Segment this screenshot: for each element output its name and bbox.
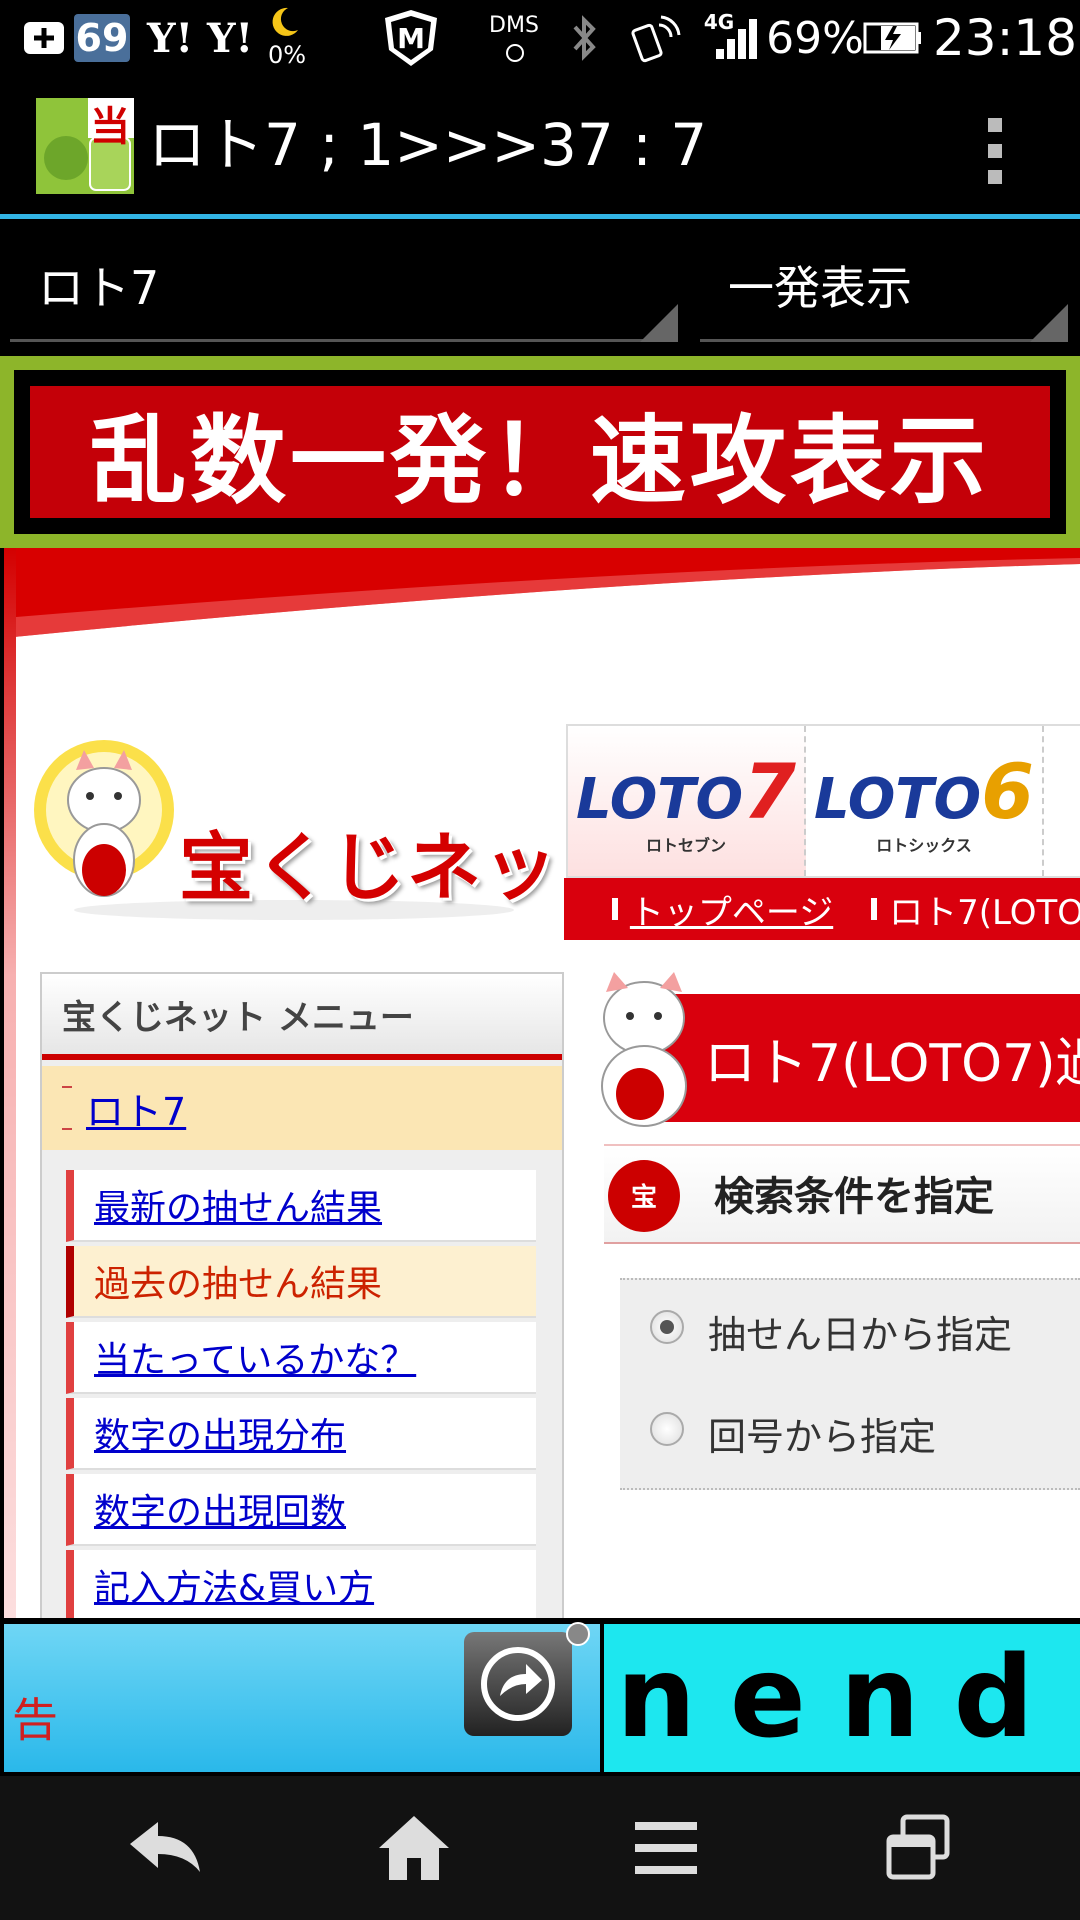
- menu-item-label[interactable]: 当たっているかな？: [94, 1331, 416, 1383]
- menu-category: ロト7: [42, 1066, 562, 1150]
- menu-item-past-results[interactable]: 過去の抽せん結果: [66, 1246, 536, 1318]
- arrow-icon: [612, 898, 627, 920]
- app-icon[interactable]: 当: [36, 98, 134, 194]
- add-icon: [22, 8, 66, 68]
- bracket-icon: [62, 1086, 72, 1130]
- loto6-sub: ロトシックス: [876, 835, 972, 855]
- home-button[interactable]: [366, 1806, 462, 1890]
- loto7-logo: LOTO7: [576, 746, 796, 836]
- header-banner: [4, 548, 1080, 638]
- loto6-logo: LOTO6: [814, 746, 1034, 836]
- ad-banner-nend[interactable]: nend: [604, 1624, 1080, 1772]
- loto6-tab[interactable]: LOTO6 ロトシックス: [806, 726, 1044, 876]
- signal-icon: [712, 8, 762, 68]
- display-mode-value: 一発表示: [728, 261, 912, 315]
- home-icon: [379, 1816, 449, 1880]
- arrow-icon-2: [871, 898, 886, 920]
- recent-apps-icon: [886, 1814, 950, 1880]
- menu-button[interactable]: [618, 1806, 714, 1890]
- recent-apps-button[interactable]: [870, 1806, 966, 1890]
- menu-item-latest-results[interactable]: 最新の抽せん結果: [66, 1170, 536, 1242]
- notification-count-badge: 69: [74, 14, 130, 62]
- menu-item-check-win[interactable]: 当たっているかな？: [66, 1322, 536, 1394]
- breadcrumb: トップページ ロト7(LOTO: [564, 878, 1080, 940]
- display-mode-spinner[interactable]: 一発表示: [700, 228, 1068, 348]
- navigation-bar: [0, 1776, 1080, 1920]
- security-shield-icon: M: [376, 8, 446, 68]
- breadcrumb-current: ロト7(LOTO: [889, 892, 1080, 933]
- status-bar: 69 Y! Y! 0% M DMS 4G 69% 23:18: [0, 0, 1080, 78]
- yahoo-icon: Y!: [146, 14, 194, 62]
- search-heading: 検索条件を指定: [714, 1174, 994, 1220]
- loto-tabs: LOTO7 ロトセブン LOTO6 ロトシックス: [566, 724, 1080, 878]
- ad-text: 告: [12, 1693, 58, 1747]
- dms-label: DMS: [489, 12, 539, 38]
- ad-share-button[interactable]: [464, 1632, 572, 1736]
- action-bar-divider: [0, 214, 1080, 219]
- webview[interactable]: 宝くじネット LOTO7 ロトセブン LOTO6 ロトシックス トップページ ロ…: [4, 548, 1080, 1618]
- battery-charging-icon: [862, 8, 924, 68]
- dms-circle-icon: [500, 38, 530, 68]
- ad-info-icon[interactable]: [566, 1622, 590, 1646]
- lottery-type-value: ロト7: [38, 261, 160, 315]
- menu-header: 宝くじネット メニュー: [42, 974, 562, 1060]
- app-icon-badge: 当: [90, 104, 130, 150]
- overflow-menu-icon[interactable]: [980, 116, 1010, 186]
- ad-banner-left[interactable]: 告: [4, 1622, 600, 1772]
- menu-item-label[interactable]: 数字の出現分布: [94, 1407, 346, 1459]
- menu-icon: [635, 1822, 697, 1874]
- battery-percent: 69%: [766, 12, 864, 64]
- search-options: 抽せん日から指定 回号から指定: [620, 1278, 1080, 1490]
- clock: 23:18: [932, 9, 1078, 67]
- spinner-underline-2: [700, 339, 1068, 342]
- back-button[interactable]: [116, 1806, 212, 1890]
- yahoo-icon-2: Y!: [206, 14, 254, 62]
- left-border-stripe: [4, 548, 16, 1618]
- menu-item-distribution[interactable]: 数字の出現分布: [66, 1398, 536, 1470]
- menu-item-how-to-buy[interactable]: 記入方法&買い方: [66, 1550, 536, 1618]
- svg-text:M: M: [397, 22, 425, 55]
- app-title: ロト7 ; 1>>>37 : 7: [148, 111, 708, 179]
- share-arrow-icon: [481, 1647, 555, 1721]
- menu-item-label[interactable]: 記入方法&買い方: [94, 1559, 374, 1611]
- radio-by-date[interactable]: [650, 1310, 684, 1344]
- menu-item-label[interactable]: 数字の出現回数: [94, 1483, 346, 1535]
- radio-by-number-label: 回号から指定: [708, 1415, 937, 1459]
- spinner-underline: [10, 339, 678, 342]
- sidebar-menu: 宝くじネット メニュー ロト7 最新の抽せん結果 過去の抽せん結果 当たっている…: [40, 972, 564, 1618]
- search-badge-icon: 宝: [608, 1160, 680, 1232]
- action-bar: 当 ロト7 ; 1>>>37 : 7: [0, 78, 1080, 214]
- spinner-arrow-icon: [640, 304, 678, 342]
- menu-item-frequency[interactable]: 数字の出現回数: [66, 1474, 536, 1546]
- svg-text:宝: 宝: [631, 1182, 657, 1213]
- lucky-cat-icon: [601, 972, 687, 1127]
- bluetooth-icon: [566, 8, 602, 68]
- lottery-type-spinner[interactable]: ロト7: [10, 228, 678, 348]
- search-header: 宝 検索条件を指定: [604, 1144, 1080, 1244]
- random-display-button[interactable]: 乱数一発！速攻表示: [14, 370, 1066, 534]
- moon-percent: 0%: [267, 41, 307, 69]
- nfc-icon: [628, 8, 684, 68]
- spinner-arrow-icon-2: [1030, 304, 1068, 342]
- loto7-sub: ロトセブン: [645, 835, 726, 855]
- back-icon: [130, 1822, 200, 1872]
- radio-by-number[interactable]: [650, 1412, 684, 1446]
- menu-item-label[interactable]: 最新の抽せん結果: [94, 1179, 382, 1231]
- menu-item-label: 過去の抽せん結果: [94, 1264, 383, 1305]
- menu-category-link[interactable]: ロト7: [86, 1081, 186, 1136]
- loto7-tab[interactable]: LOTO7 ロトセブン: [568, 726, 806, 876]
- random-display-button-label: 乱数一発！速攻表示: [30, 386, 1050, 518]
- moon-icon: [264, 4, 304, 40]
- breadcrumb-top-link[interactable]: トップページ: [630, 885, 833, 934]
- page-title: ロト7(LOTO7)過: [644, 994, 1080, 1122]
- radio-by-date-label: 抽せん日から指定: [708, 1313, 1013, 1357]
- random-button-frame: 乱数一発！速攻表示: [0, 356, 1080, 548]
